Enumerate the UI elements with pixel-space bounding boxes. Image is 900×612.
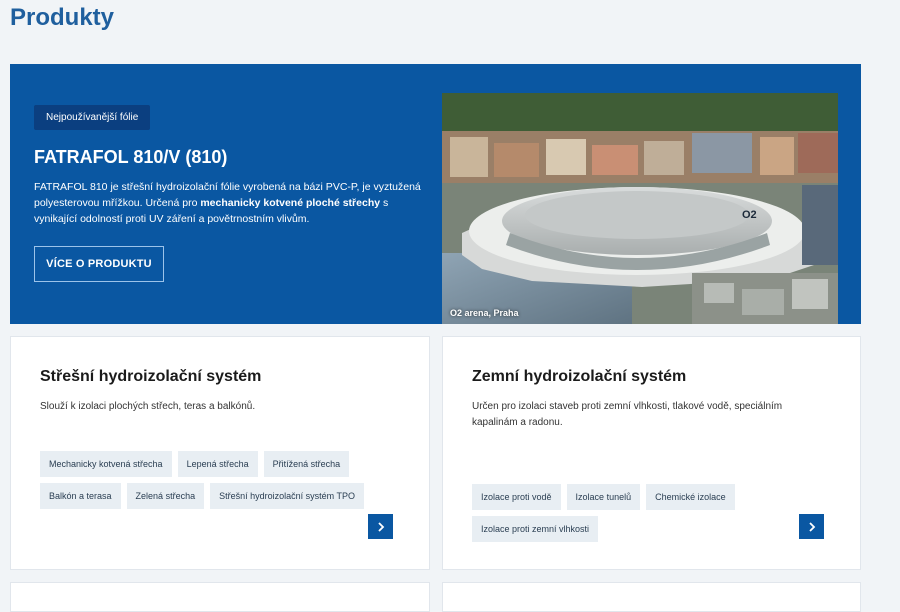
arena-photo: O2 O2 arena, Praha: [442, 93, 838, 324]
ground-system-card[interactable]: Zemní hydroizolační systém Určen pro izo…: [442, 336, 861, 570]
tag-balcony-terrace[interactable]: Balkón a terasa: [40, 483, 121, 509]
card-title: Zemní hydroizolační systém: [472, 368, 687, 385]
chevron-right-icon: [808, 521, 815, 532]
featured-product-title: FATRAFOL 810/V (810): [34, 147, 228, 167]
product-detail-button[interactable]: VÍCE O PRODUKTU: [34, 246, 164, 282]
next-card-left: [10, 582, 430, 612]
tag-tpo-system[interactable]: Střešní hydroizolační systém TPO: [210, 483, 364, 509]
arena-logo: O2: [742, 209, 757, 221]
roof-system-card[interactable]: Střešní hydroizolační systém Slouží k iz…: [10, 336, 430, 570]
card-description: Určen pro izolaci staveb proti zemní vlh…: [472, 401, 783, 428]
ground-card-arrow-button[interactable]: [799, 514, 824, 539]
tag-ballasted-roof[interactable]: Přitížená střecha: [263, 451, 350, 477]
card-description: Slouží k izolaci plochých střech, teras …: [40, 401, 256, 412]
tag-list: Izolace proti vodě Izolace tunelů Chemic…: [472, 484, 762, 542]
tag-ground-moisture-insulation[interactable]: Izolace proti zemní vlhkosti: [472, 516, 599, 542]
card-title: Střešní hydroizolační systém: [40, 368, 262, 385]
tag-green-roof[interactable]: Zelená střecha: [126, 483, 205, 509]
chevron-right-icon: [377, 521, 384, 532]
featured-product-description: FATRAFOL 810 je střešní hydroizolační fó…: [34, 179, 434, 227]
featured-product-banner: Nejpoužívanější fólie FATRAFOL 810/V (81…: [10, 64, 861, 324]
tag-water-insulation[interactable]: Izolace proti vodě: [472, 484, 561, 510]
tag-mechanically-anchored-roof[interactable]: Mechanicky kotvená střecha: [40, 451, 172, 477]
tag-list: Mechanicky kotvená střecha Lepená střech…: [40, 451, 370, 509]
roof-card-arrow-button[interactable]: [368, 514, 393, 539]
tag-chemical-insulation[interactable]: Chemické izolace: [646, 484, 735, 510]
photo-caption: O2 arena, Praha: [450, 308, 519, 318]
tag-tunnel-insulation[interactable]: Izolace tunelů: [566, 484, 641, 510]
page-title: Produkty: [10, 4, 115, 31]
arena-photo-illustration: O2: [442, 93, 838, 324]
tag-glued-roof[interactable]: Lepená střecha: [177, 451, 258, 477]
next-card-right: [442, 582, 861, 612]
description-highlight: mechanicky kotvené ploché střechy: [200, 197, 381, 209]
featured-badge: Nejpoužívanější fólie: [34, 105, 151, 130]
